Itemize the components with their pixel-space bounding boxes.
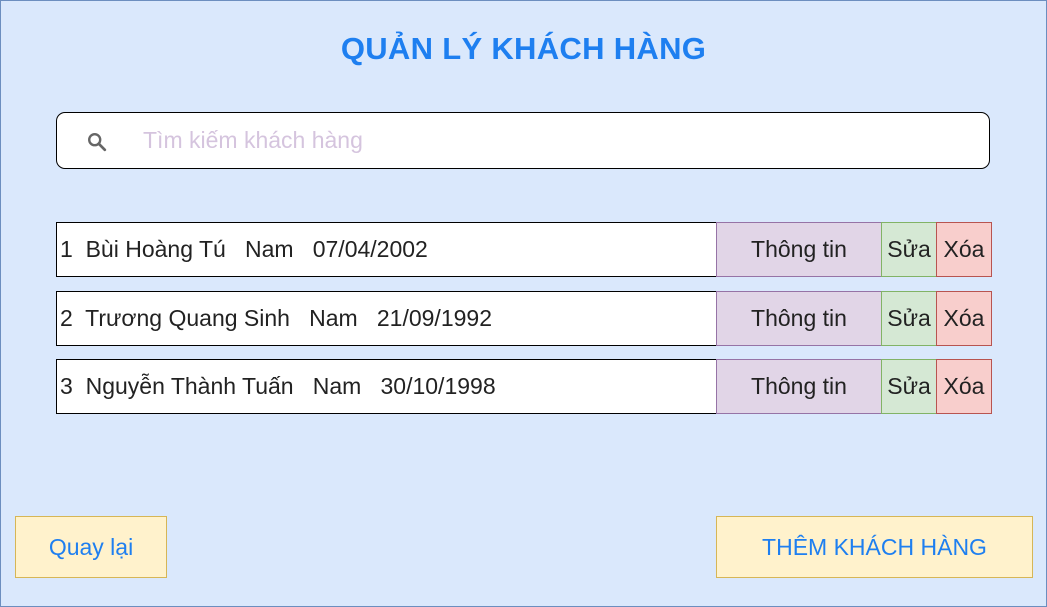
customer-row: 2 Trương Quang Sinh Nam 21/09/1992 Thông… [56,291,992,346]
customer-index: 2 [60,305,73,331]
customer-info: 3 Nguyễn Thành Tuấn Nam 30/10/1998 [56,359,717,414]
customer-gender: Nam [244,236,294,262]
info-button[interactable]: Thông tin [716,359,882,414]
customer-name: Nguyễn Thành Tuấn [85,373,294,399]
customer-dob: 21/09/1992 [376,305,492,331]
customer-info: 2 Trương Quang Sinh Nam 21/09/1992 [56,291,717,346]
customer-dob: 30/10/1998 [380,373,496,399]
search-placeholder: Tìm kiếm khách hàng [143,127,363,153]
info-button[interactable]: Thông tin [716,222,882,277]
customer-name: Trương Quang Sinh [85,305,290,331]
edit-button[interactable]: Sửa [881,222,937,277]
customer-name: Bùi Hoàng Tú [85,236,226,262]
search-box[interactable]: Tìm kiếm khách hàng [56,112,990,169]
customer-info: 1 Bùi Hoàng Tú Nam 07/04/2002 [56,222,717,277]
back-button[interactable]: Quay lại [15,516,167,578]
customer-row: 1 Bùi Hoàng Tú Nam 07/04/2002 Thông tin … [56,222,992,277]
customer-gender: Nam [312,373,362,399]
customer-index: 1 [60,236,73,262]
add-customer-button[interactable]: THÊM KHÁCH HÀNG [716,516,1033,578]
page-title: QUẢN LÝ KHÁCH HÀNG [340,31,707,66]
delete-button[interactable]: Xóa [936,359,992,414]
edit-button[interactable]: Sửa [881,359,937,414]
customer-row: 3 Nguyễn Thành Tuấn Nam 30/10/1998 Thông… [56,359,992,414]
edit-button[interactable]: Sửa [881,291,937,346]
search-icon [88,133,107,152]
delete-button[interactable]: Xóa [936,222,992,277]
app-frame: QUẢN LÝ KHÁCH HÀNG Tìm kiếm khách hàng 1… [0,0,1047,607]
info-button[interactable]: Thông tin [716,291,882,346]
customer-index: 3 [60,373,73,399]
customer-dob: 07/04/2002 [312,236,428,262]
delete-button[interactable]: Xóa [936,291,992,346]
customer-gender: Nam [309,305,358,331]
